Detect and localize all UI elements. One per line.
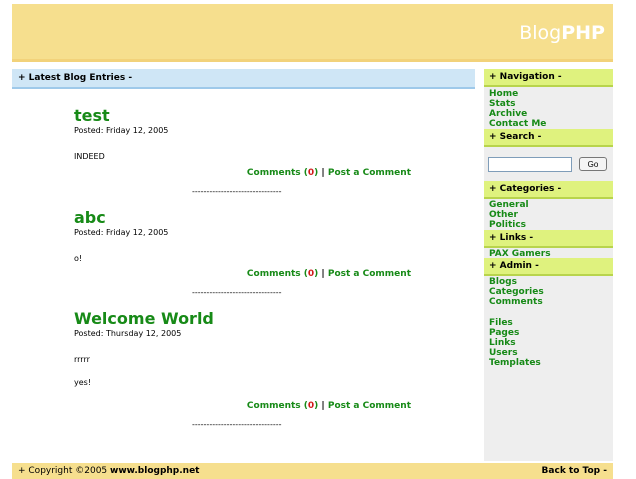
entry-actions: Comments (0) | Post a Comment <box>247 401 411 411</box>
categories-header[interactable]: + Categories - <box>484 181 613 199</box>
divider: | <box>321 168 325 178</box>
divider: | <box>321 401 325 411</box>
site-logo[interactable]: BlogPHP <box>519 22 605 44</box>
admin-link-files[interactable]: Files <box>489 318 513 328</box>
comments-link[interactable]: Comments (0) <box>247 269 318 279</box>
entry-body: rrrrr <box>74 355 90 364</box>
post-comment-link[interactable]: Post a Comment <box>328 401 411 411</box>
post-comment-link[interactable]: Post a Comment <box>328 269 411 279</box>
main-content: test Posted: Friday 12, 2005 INDEED Comm… <box>12 89 475 461</box>
entry-title[interactable]: Welcome World <box>74 310 414 328</box>
admin-link-pages[interactable]: Pages <box>489 328 519 338</box>
admin-link-templates[interactable]: Templates <box>489 358 541 368</box>
brand-light-text: Blog <box>519 22 562 44</box>
nav-link-home[interactable]: Home <box>489 89 518 99</box>
entry-body: INDEED <box>74 152 105 161</box>
nav-link-archive[interactable]: Archive <box>489 109 527 119</box>
latest-entries-title: + Latest Blog Entries - <box>18 73 133 83</box>
search-input[interactable] <box>488 157 572 172</box>
category-link-politics[interactable]: Politics <box>489 220 526 230</box>
entry-separator: ------------------------------- <box>192 187 282 196</box>
divider: | <box>321 269 325 279</box>
latest-entries-bar: + Latest Blog Entries - <box>12 69 475 89</box>
admin-link-categories[interactable]: Categories <box>489 287 544 297</box>
blog-entry: test Posted: Friday 12, 2005 INDEED <box>74 107 414 162</box>
entry-actions: Comments (0) | Post a Comment <box>247 269 411 279</box>
entry-title[interactable]: abc <box>74 209 414 227</box>
copyright: + Copyright ©2005 www.blogphp.net <box>18 466 200 476</box>
admin-link-links[interactable]: Links <box>489 338 516 348</box>
entry-posted-date: Posted: Thursday 12, 2005 <box>74 329 182 338</box>
site-url-link[interactable]: www.blogphp.net <box>110 466 199 476</box>
brand-bold-text: PHP <box>561 22 605 44</box>
comments-link[interactable]: Comments (0) <box>247 401 318 411</box>
back-to-top-link[interactable]: Back to Top - <box>542 463 607 479</box>
entry-actions: Comments (0) | Post a Comment <box>247 168 411 178</box>
category-link-other[interactable]: Other <box>489 210 518 220</box>
site-footer: + Copyright ©2005 www.blogphp.net Back t… <box>12 463 613 479</box>
admin-link-comments[interactable]: Comments <box>489 297 543 307</box>
entry-separator: ------------------------------- <box>192 420 282 429</box>
entry-body: yes! <box>74 378 92 387</box>
nav-link-contact[interactable]: Contact Me <box>489 119 546 129</box>
nav-link-stats[interactable]: Stats <box>489 99 516 109</box>
entry-posted-date: Posted: Friday 12, 2005 <box>74 228 169 237</box>
comments-link[interactable]: Comments (0) <box>247 168 318 178</box>
entry-posted-date: Posted: Friday 12, 2005 <box>74 126 169 135</box>
blog-entry: Welcome World Posted: Thursday 12, 2005 … <box>74 310 414 388</box>
search-go-button[interactable]: Go <box>579 157 607 171</box>
site-header: BlogPHP <box>12 4 613 62</box>
category-link-general[interactable]: General <box>489 200 529 210</box>
sidebar: + Navigation - Home Stats Archive Contac… <box>484 69 613 461</box>
links-header[interactable]: + Links - <box>484 230 613 248</box>
admin-link-users[interactable]: Users <box>489 348 518 358</box>
admin-header[interactable]: + Admin - <box>484 258 613 276</box>
admin-link-blogs[interactable]: Blogs <box>489 277 517 287</box>
entry-title[interactable]: test <box>74 107 414 125</box>
navigation-header[interactable]: + Navigation - <box>484 69 613 87</box>
blog-entry: abc Posted: Friday 12, 2005 o! <box>74 209 414 264</box>
post-comment-link[interactable]: Post a Comment <box>328 168 411 178</box>
entry-separator: ------------------------------- <box>192 288 282 297</box>
entry-body: o! <box>74 254 83 263</box>
search-header[interactable]: + Search - <box>484 129 613 147</box>
